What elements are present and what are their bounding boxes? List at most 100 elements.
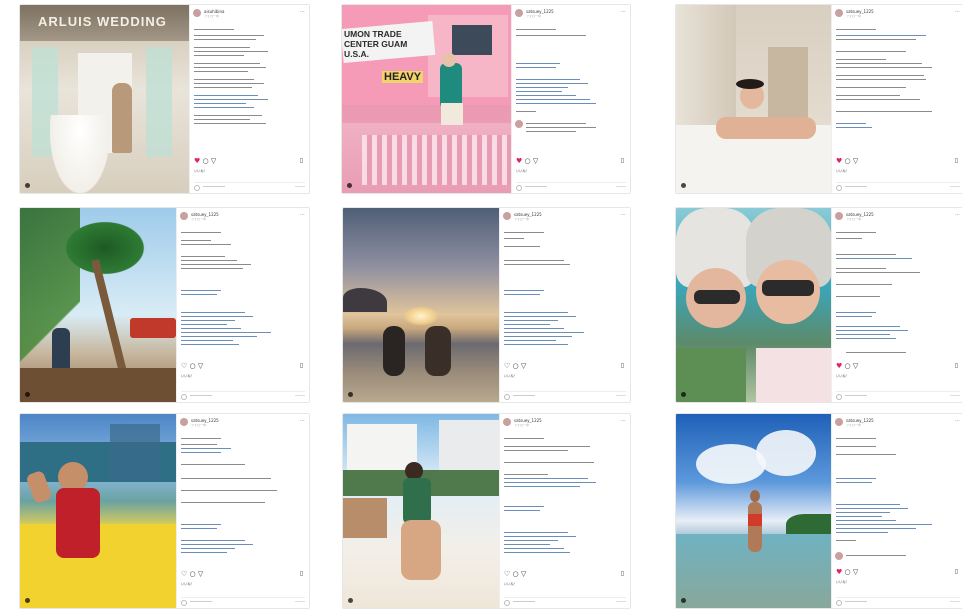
share-icon[interactable]: ▽: [853, 157, 858, 165]
save-icon[interactable]: ▯: [621, 570, 624, 577]
carousel-indicator[interactable]: [348, 598, 353, 603]
avatar[interactable]: [515, 9, 523, 17]
save-icon[interactable]: ▯: [300, 362, 303, 369]
post-photo[interactable]: [676, 208, 832, 402]
save-icon[interactable]: ▯: [300, 570, 303, 577]
post-follow-status[interactable]: フォロー中: [191, 423, 206, 427]
save-icon[interactable]: ▯: [621, 157, 624, 164]
save-icon[interactable]: ▯: [621, 362, 624, 369]
post-follow-status[interactable]: フォロー中: [204, 14, 219, 18]
avatar[interactable]: [503, 418, 511, 426]
share-icon[interactable]: ▽: [853, 362, 858, 370]
avatar[interactable]: [180, 212, 188, 220]
comment-bar[interactable]: [836, 182, 960, 191]
save-icon[interactable]: ▯: [955, 362, 958, 369]
more-options-icon[interactable]: ⋯: [300, 418, 305, 424]
carousel-indicator[interactable]: [348, 392, 353, 397]
post-follow-status[interactable]: フォロー中: [191, 217, 206, 221]
post-card[interactable]: satsuey_1225 フォロー中 ⋯ ♥ ○ ▽ ▯ いいね！: [676, 414, 962, 608]
post-photo[interactable]: [676, 5, 832, 193]
heart-icon[interactable]: ♥: [836, 362, 842, 370]
avatar[interactable]: [835, 212, 843, 220]
more-options-icon[interactable]: ⋯: [621, 212, 626, 218]
post-card[interactable]: satsuey_1225 フォロー中 ⋯ ♡ ○ ▽ ▯ いいね！: [20, 208, 309, 402]
comment-icon[interactable]: ○: [203, 157, 209, 165]
emoji-icon[interactable]: [836, 185, 842, 191]
save-icon[interactable]: ▯: [300, 157, 303, 164]
more-options-icon[interactable]: ⋯: [955, 418, 960, 424]
save-icon[interactable]: ▯: [955, 568, 958, 575]
more-options-icon[interactable]: ⋯: [955, 212, 960, 218]
post-card[interactable]: satsuey_1225 フォロー中 ⋯ ♥ ○ ▽ ▯ いいね！: [676, 5, 962, 193]
comment-bar[interactable]: [504, 391, 626, 400]
share-icon[interactable]: ▽: [521, 362, 526, 370]
post-follow-status[interactable]: フォロー中: [514, 423, 529, 427]
emoji-icon[interactable]: [181, 600, 187, 606]
comment-icon[interactable]: ○: [513, 570, 519, 578]
comment-bar[interactable]: [504, 597, 626, 606]
share-icon[interactable]: ▽: [853, 568, 858, 576]
comment-icon[interactable]: ○: [525, 157, 531, 165]
comment-icon[interactable]: ○: [845, 157, 851, 165]
more-options-icon[interactable]: ⋯: [621, 418, 626, 424]
heart-icon[interactable]: ♥: [194, 157, 200, 165]
post-follow-status[interactable]: フォロー中: [846, 423, 861, 427]
heart-icon[interactable]: ♥: [516, 157, 522, 165]
heart-icon[interactable]: ♡: [181, 570, 187, 578]
post-card[interactable]: satsuey_1225 フォロー中 ⋯ ♡ ○ ▽ ▯ いいね！: [343, 414, 630, 608]
emoji-icon[interactable]: [194, 185, 200, 191]
more-options-icon[interactable]: ⋯: [300, 212, 305, 218]
comment-icon[interactable]: ○: [190, 362, 196, 370]
post-photo[interactable]: [20, 208, 176, 402]
post-card[interactable]: satsuey_1225 フォロー中 ⋯ ♥ ○ ▽ ▯ いいね！: [676, 208, 962, 402]
heart-icon[interactable]: ♡: [181, 362, 187, 370]
post-photo[interactable]: [20, 414, 176, 608]
emoji-icon[interactable]: [836, 600, 842, 606]
more-options-icon[interactable]: ⋯: [955, 9, 960, 15]
heart-icon[interactable]: ♥: [836, 568, 842, 576]
post-photo[interactable]: UMON TRADE CENTER GUAM U.S.A. HEAVY: [342, 5, 512, 193]
avatar[interactable]: [515, 120, 523, 128]
comment-bar[interactable]: [181, 391, 305, 400]
emoji-icon[interactable]: [181, 394, 187, 400]
post-photo[interactable]: [343, 208, 499, 402]
avatar[interactable]: [180, 418, 188, 426]
post-photo[interactable]: ARLUIS WEDDING: [20, 5, 190, 193]
carousel-indicator[interactable]: [25, 392, 30, 397]
carousel-indicator[interactable]: [347, 183, 352, 188]
comment-icon[interactable]: ○: [190, 570, 196, 578]
comment-bar[interactable]: [836, 597, 960, 606]
carousel-indicator[interactable]: [25, 598, 30, 603]
comment-icon[interactable]: ○: [845, 362, 851, 370]
share-icon[interactable]: ▽: [198, 570, 203, 578]
emoji-icon[interactable]: [504, 600, 510, 606]
comment-bar[interactable]: [194, 182, 305, 191]
avatar[interactable]: [503, 212, 511, 220]
comment-bar[interactable]: [181, 597, 305, 606]
post-photo[interactable]: [676, 414, 832, 608]
comment-icon[interactable]: ○: [513, 362, 519, 370]
comment-bar[interactable]: [516, 182, 626, 191]
comment-bar[interactable]: [836, 391, 960, 400]
post-card[interactable]: satsuey_1225 フォロー中 ⋯ ♡ ○ ▽ ▯ いいね！: [20, 414, 309, 608]
save-icon[interactable]: ▯: [955, 157, 958, 164]
post-follow-status[interactable]: フォロー中: [846, 14, 861, 18]
share-icon[interactable]: ▽: [521, 570, 526, 578]
avatar[interactable]: [835, 9, 843, 17]
heart-icon[interactable]: ♡: [504, 362, 510, 370]
share-icon[interactable]: ▽: [533, 157, 538, 165]
post-follow-status[interactable]: フォロー中: [526, 14, 541, 18]
carousel-indicator[interactable]: [681, 183, 686, 188]
avatar[interactable]: [835, 552, 843, 560]
carousel-indicator[interactable]: [681, 598, 686, 603]
post-follow-status[interactable]: フォロー中: [846, 217, 861, 221]
post-card[interactable]: UMON TRADE CENTER GUAM U.S.A. HEAVY sats…: [342, 5, 630, 193]
emoji-icon[interactable]: [504, 394, 510, 400]
more-options-icon[interactable]: ⋯: [621, 9, 626, 15]
emoji-icon[interactable]: [516, 185, 522, 191]
carousel-indicator[interactable]: [681, 392, 686, 397]
emoji-icon[interactable]: [836, 394, 842, 400]
more-options-icon[interactable]: ⋯: [300, 9, 305, 15]
post-follow-status[interactable]: フォロー中: [514, 217, 529, 221]
post-card[interactable]: ARLUIS WEDDING aisuhibina フォロー中 ⋯ ♥ ○ ▽ …: [20, 5, 309, 193]
